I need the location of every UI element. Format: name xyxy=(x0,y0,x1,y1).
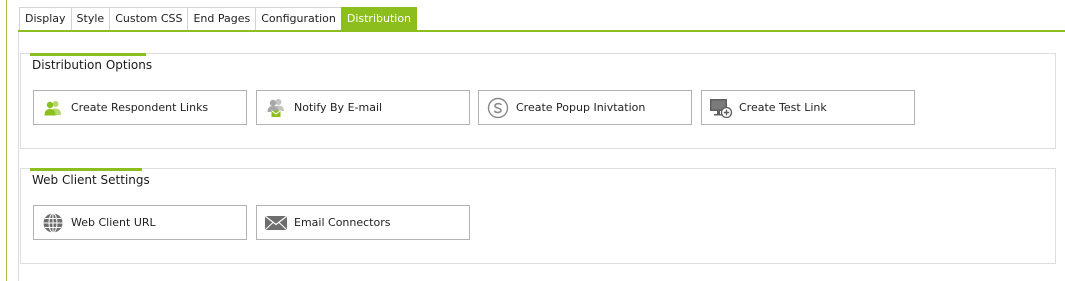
monitor-plus-icon xyxy=(709,96,733,120)
distribution-options-section: Distribution Options Create Respondent L… xyxy=(20,53,1056,149)
web-client-url-button[interactable]: Web Client URL xyxy=(33,205,247,240)
web-client-settings-section: Web Client Settings Web Client URL Email… xyxy=(20,168,1056,264)
email-notify-icon xyxy=(264,96,288,120)
button-label: Notify By E-mail xyxy=(294,101,383,114)
section-title: Distribution Options xyxy=(32,58,153,72)
button-label: Web Client URL xyxy=(71,216,156,229)
button-label: Create Respondent Links xyxy=(71,101,209,114)
create-respondent-links-button[interactable]: Create Respondent Links xyxy=(33,90,247,125)
tab-underline xyxy=(18,30,1065,32)
tab-distribution[interactable]: Distribution xyxy=(340,7,418,31)
globe-icon xyxy=(41,211,65,235)
button-label: Email Connectors xyxy=(294,216,391,229)
email-connectors-button[interactable]: Email Connectors xyxy=(256,205,470,240)
panel-left-border xyxy=(18,32,19,281)
tab-style[interactable]: Style xyxy=(70,7,110,31)
left-rail xyxy=(6,0,7,281)
button-label: Create Test Link xyxy=(739,101,827,114)
notify-by-email-button[interactable]: Notify By E-mail xyxy=(256,90,470,125)
create-test-link-button[interactable]: Create Test Link xyxy=(701,90,915,125)
section-accent xyxy=(30,168,142,171)
skype-popup-icon xyxy=(486,96,510,120)
section-accent xyxy=(30,53,146,56)
create-popup-invitation-button[interactable]: Create Popup Inivtation xyxy=(478,90,692,125)
button-label: Create Popup Inivtation xyxy=(516,101,646,114)
tab-end-pages[interactable]: End Pages xyxy=(187,7,256,31)
tab-display[interactable]: Display xyxy=(19,7,71,31)
tab-bar: Display Style Custom CSS End Pages Confi… xyxy=(19,7,418,31)
envelope-icon xyxy=(264,211,288,235)
tab-custom-css[interactable]: Custom CSS xyxy=(109,7,188,31)
section-title: Web Client Settings xyxy=(32,173,150,187)
tab-configuration[interactable]: Configuration xyxy=(255,7,341,31)
respondents-icon xyxy=(41,96,65,120)
